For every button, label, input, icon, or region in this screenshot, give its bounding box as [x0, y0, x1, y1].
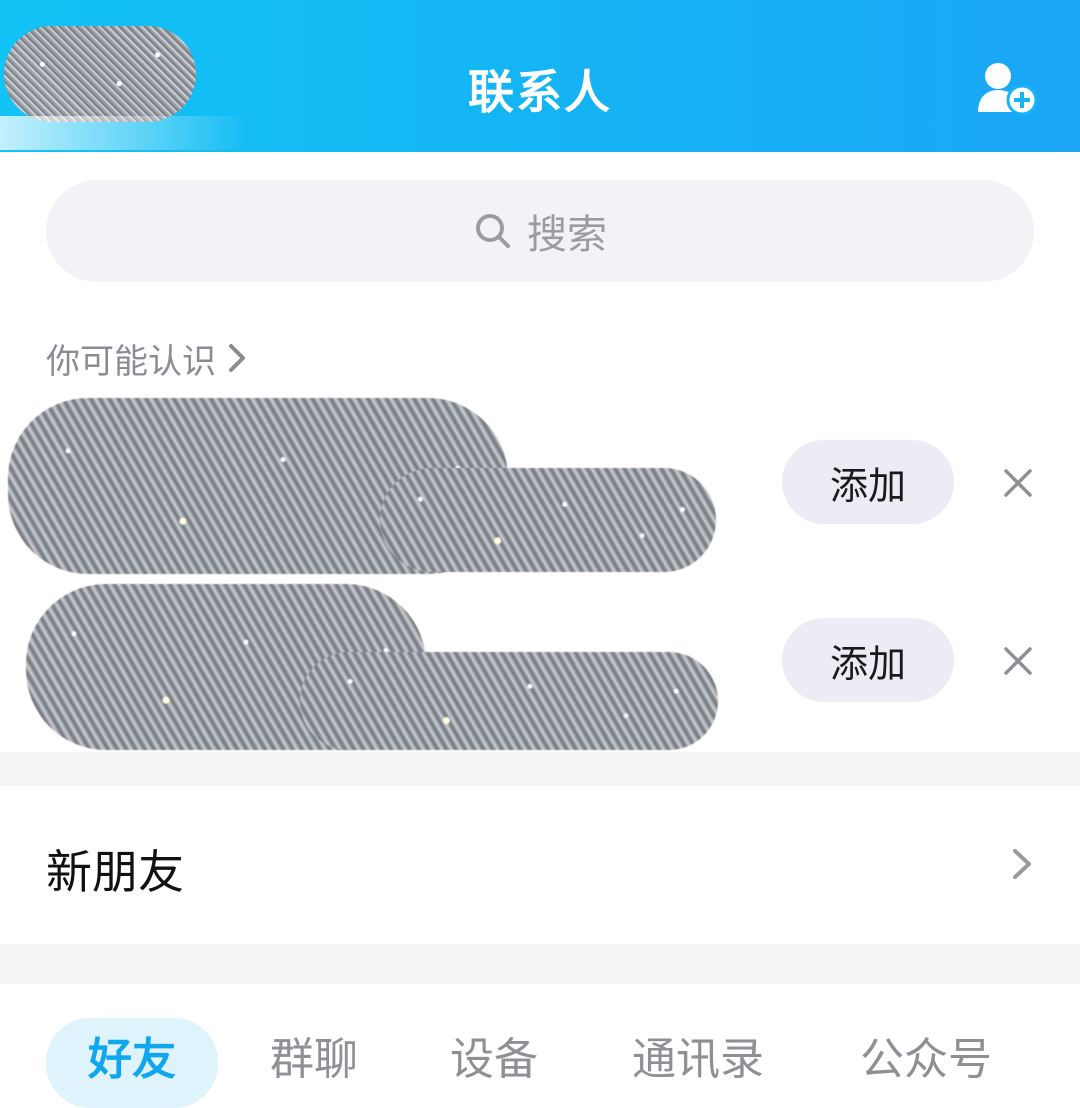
search-placeholder: 搜索	[527, 212, 607, 258]
section-divider	[0, 944, 1080, 984]
section-divider	[0, 752, 1080, 786]
tab-friends[interactable]: 好友	[46, 1018, 218, 1108]
contact-tabs: 好友 群聊 设备 通讯录 公众号	[0, 984, 1080, 1108]
suggestion-name-redacted	[300, 652, 718, 750]
tab-official-accounts[interactable]: 公众号	[844, 1018, 1008, 1108]
new-friends-row[interactable]: 新朋友	[0, 786, 1080, 944]
add-button-label: 添加	[829, 641, 906, 686]
tab-groups[interactable]: 群聊	[252, 1018, 376, 1108]
people-you-may-know-link[interactable]: 你可能认识	[46, 334, 248, 382]
new-friends-label: 新朋友	[46, 845, 184, 899]
add-contact-button[interactable]	[976, 58, 1042, 118]
add-button[interactable]: 添加	[782, 440, 954, 524]
chevron-right-icon	[1013, 849, 1031, 879]
add-button-label: 添加	[829, 463, 906, 508]
tab-address-book[interactable]: 通讯录	[616, 1018, 780, 1108]
chevron-right-icon	[229, 344, 245, 372]
top-bar: 联系人	[0, 0, 1080, 152]
close-icon[interactable]	[1003, 646, 1033, 676]
people-you-may-know-heading: 你可能认识	[46, 341, 216, 382]
search-icon	[476, 214, 510, 248]
search-input[interactable]: 搜索	[46, 180, 1034, 282]
person-add-icon	[978, 63, 1038, 116]
close-icon[interactable]	[1003, 468, 1033, 498]
add-button[interactable]: 添加	[782, 618, 954, 702]
page-title: 联系人	[468, 65, 612, 119]
tab-devices[interactable]: 设备	[432, 1018, 556, 1108]
suggestion-name-redacted	[380, 468, 716, 572]
